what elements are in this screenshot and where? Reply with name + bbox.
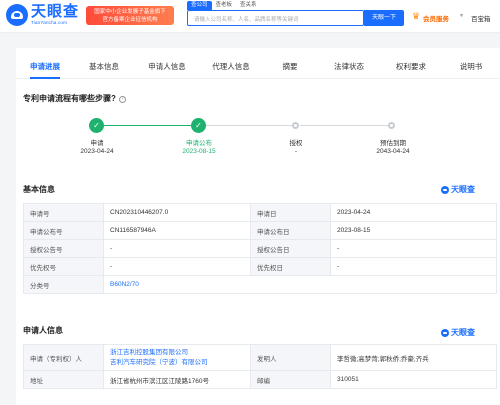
applicant-info-table: 申请（专利权）人 浙江吉利控股集团有限公司 吉利汽车研究院（宁波）有限公司 发明… [23,344,497,389]
check-icon: ✓ [191,118,206,133]
applicant-link[interactable]: 浙江吉利控股集团有限公司 [110,348,244,358]
search-tab-boss[interactable]: 查老板 [212,1,237,10]
step-pending-dot [292,122,299,129]
field-label: 申请日 [250,203,331,222]
notice-line-1: 国家中小企业发展子基金旗下 [94,9,166,15]
tianyancha-watermark: 天眼查 [441,327,475,338]
chevron-down-icon[interactable]: ▼ [459,13,464,19]
field-value: CN116587946A [103,221,251,240]
tab-applicant[interactable]: 申请人信息 [134,57,200,78]
basic-info-table: 申请号 CN202310446207.0 申请日 2023-04-24 申请公布… [23,203,497,294]
vip-crown-icon: ♛ [412,11,421,21]
field-value: - [103,257,251,276]
search-tab-company[interactable]: 查公司 [187,1,212,10]
search-input[interactable]: 请输入公司名称、人名、品牌名称等关键词 [187,10,364,26]
tianyancha-logo-icon [441,328,449,337]
step-pending-dot [388,122,395,129]
tab-progress[interactable]: 申请进展 [16,57,74,79]
tab-abstract[interactable]: 摘要 [262,57,318,78]
table-row: 授权公告号 - 授权公告日 - [23,239,497,258]
tab-legal-status[interactable]: 法律状态 [318,57,380,78]
notice-line-2: 官方备案企业征信机构 [102,17,158,23]
toolbox-link[interactable]: 百宝箱 [471,13,491,23]
field-label: 发明人 [250,344,331,371]
field-label: 授权公告号 [23,239,104,258]
field-value: 2023-08-15 [330,221,497,240]
tianyancha-logo-icon [6,3,28,26]
field-label: 申请公布号 [23,221,104,240]
search-button[interactable]: 天眼一下 [364,10,404,26]
search-tab-relation[interactable]: 查关系 [236,1,261,10]
applicant-info-title: 申请人信息 [23,326,63,335]
field-value: 310051 [330,370,497,389]
step-label: 申请公布 [186,140,212,147]
field-value: 李哲微;高梦菏;郭秋侨;乔豪;齐兵 [330,344,497,371]
field-value: - [330,239,497,258]
field-value: 浙江省杭州市滨江区江陵路1760号 [103,370,251,389]
help-circle-icon[interactable]: ? [118,96,126,103]
table-row: 申请号 CN202310446207.0 申请日 2023-04-24 [23,203,497,222]
patent-detail-card: 申请进展 基本信息 申请人信息 代理人信息 摘要 法律状态 权利要求 说明书 专… [16,48,500,405]
field-label: 地址 [23,370,104,389]
tab-agent[interactable]: 代理人信息 [200,57,262,78]
field-label: 申请公布日 [250,221,331,240]
tab-claims[interactable]: 权利要求 [380,57,442,78]
step-label: 授权 [289,140,303,147]
step-date: 2023-08-15 [182,148,216,155]
progress-line-pending [203,125,296,126]
search-tabs: 查公司 查老板 查关系 [187,1,261,10]
field-label: 申请号 [23,203,104,222]
field-label: 优先权日 [250,257,331,276]
classification-link[interactable]: B60N2/70 [103,275,497,294]
tianyancha-watermark: 天眼查 [441,184,475,195]
site-logo[interactable]: 天眼查 TianYancha.com [6,3,79,26]
field-label: 邮编 [250,370,331,389]
field-label: 优先权号 [23,257,104,276]
field-value: - [103,239,251,258]
logo-text: 天眼查 [31,3,80,20]
check-icon: ✓ [89,118,104,133]
step-date: 2043-04-24 [376,148,410,155]
step-date: 2023-04-24 [80,148,114,155]
applicant-list: 浙江吉利控股集团有限公司 吉利汽车研究院（宁波）有限公司 [103,344,251,371]
field-label: 申请（专利权）人 [23,344,104,371]
step-label: 申请 [90,140,104,147]
progress-title[interactable]: 专利申请流程有哪些步骤?? [23,93,126,104]
table-row: 地址 浙江省杭州市滨江区江陵路1760号 邮编 310051 [23,370,497,389]
application-progress: ✓ 申请 2023-04-24 ✓ 申请公布 2023-08-15 授权 - 预… [76,118,410,168]
field-value: 2023-04-24 [330,203,497,222]
table-row: 申请（专利权）人 浙江吉利控股集团有限公司 吉利汽车研究院（宁波）有限公司 发明… [23,344,497,371]
table-row: 分类号 B60N2/70 [23,275,497,294]
official-notice-banner[interactable]: 国家中小企业发展子基金旗下 官方备案企业征信机构 [86,6,174,25]
progress-line-done [98,125,191,126]
progress-line-pending [300,125,388,126]
table-row: 优先权号 - 优先权日 - [23,257,497,276]
top-bar: 天眼查 TianYancha.com 国家中小企业发展子基金旗下 官方备案企业征… [0,0,500,33]
applicant-link[interactable]: 吉利汽车研究院（宁波）有限公司 [110,358,244,368]
basic-info-title: 基本信息 [23,185,55,194]
step-date: - [294,148,298,155]
field-label: 分类号 [23,275,104,294]
tab-basic-info[interactable]: 基本信息 [74,57,134,78]
field-value: - [330,257,497,276]
detail-tabs: 申请进展 基本信息 申请人信息 代理人信息 摘要 法律状态 权利要求 说明书 [16,57,500,79]
tianyancha-logo-icon [441,185,449,194]
tab-description[interactable]: 说明书 [442,57,500,78]
logo-url: TianYancha.com [31,20,68,25]
field-label: 授权公告日 [250,239,331,258]
vip-service-link[interactable]: 会员服务 [423,13,449,23]
field-value: CN202310446207.0 [103,203,251,222]
table-row: 申请公布号 CN116587946A 申请公布日 2023-08-15 [23,221,497,240]
step-label: 预估到期 [380,140,406,147]
